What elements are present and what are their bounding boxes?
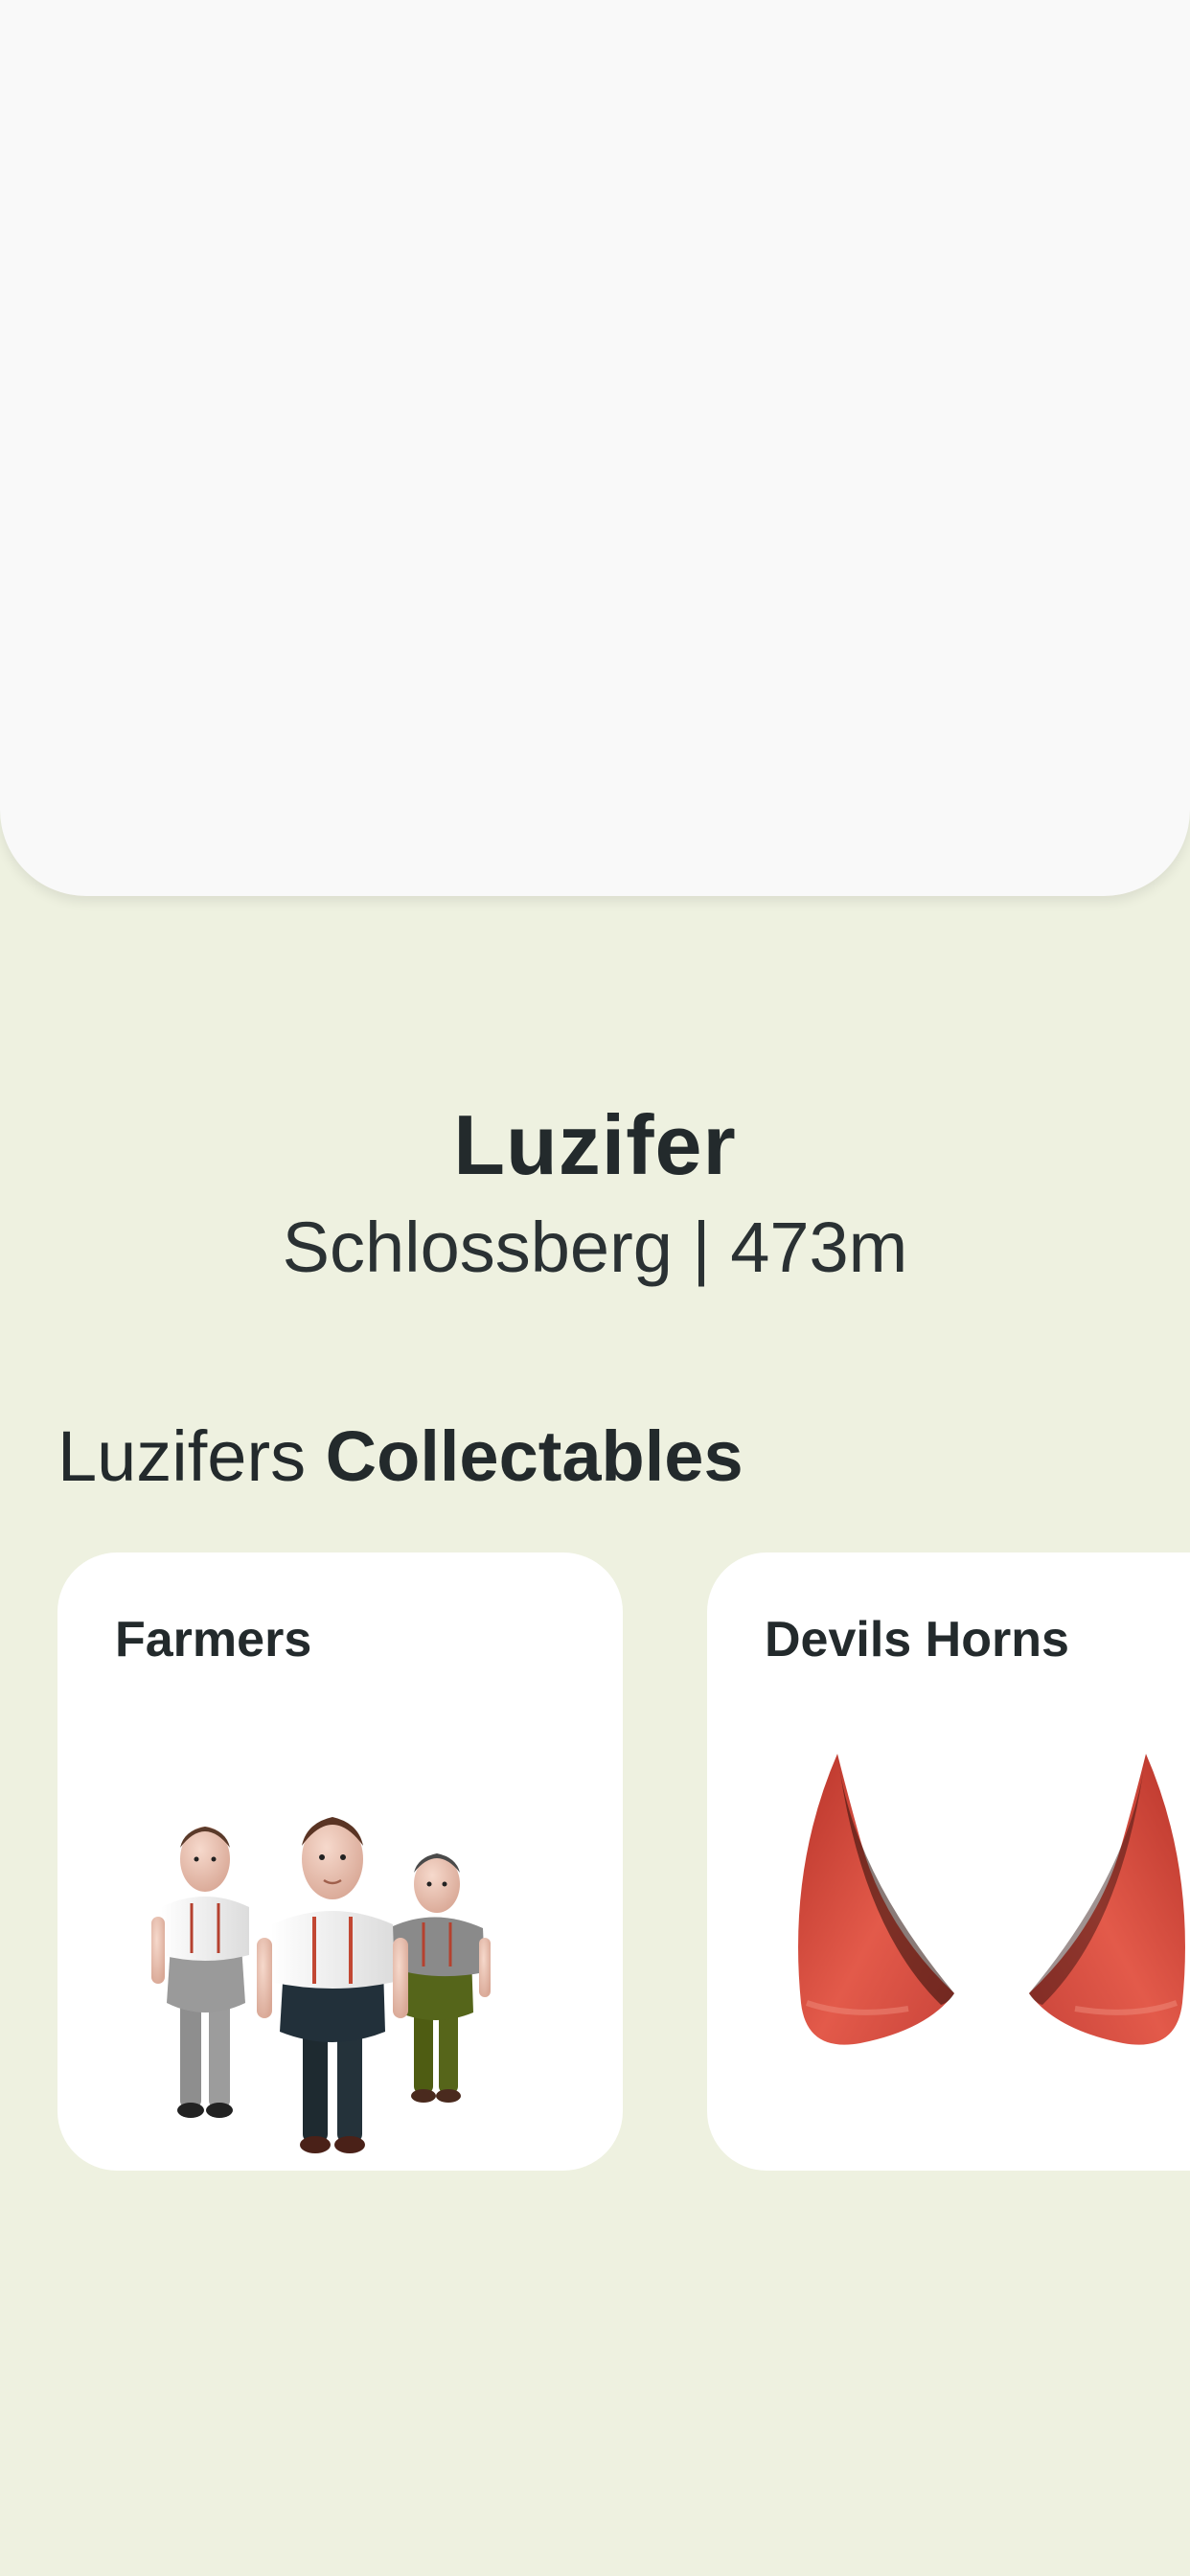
- collectable-card-title: Devils Horns: [765, 1612, 1069, 1668]
- place-subtitle: Schlossberg | 473m: [282, 1208, 908, 1287]
- place-title: Luzifer: [453, 1097, 737, 1192]
- collectables-heading-emphasis: Collectables: [325, 1416, 744, 1496]
- collectables-heading: Luzifers Collectables: [57, 1409, 744, 1505]
- right-horn: [1029, 1754, 1185, 2045]
- farmers-figures-image: [151, 1817, 491, 2153]
- collectable-card-devils-horns[interactable]: Devils Horns: [707, 1552, 1190, 2171]
- left-horn: [798, 1754, 954, 2045]
- collectables-carousel[interactable]: Farmers Devils Horns: [0, 1552, 1190, 2171]
- collectables-heading-prefix: Luzifers: [57, 1416, 307, 1496]
- collectable-card-title: Farmers: [115, 1612, 312, 1668]
- collectable-card-farmers[interactable]: Farmers: [57, 1552, 623, 2171]
- hero-image-panel: [0, 0, 1190, 896]
- devil-horns-image: [798, 1754, 1185, 2045]
- farmer-left-figure: [151, 1827, 249, 2118]
- farmer-center-figure: [257, 1817, 408, 2153]
